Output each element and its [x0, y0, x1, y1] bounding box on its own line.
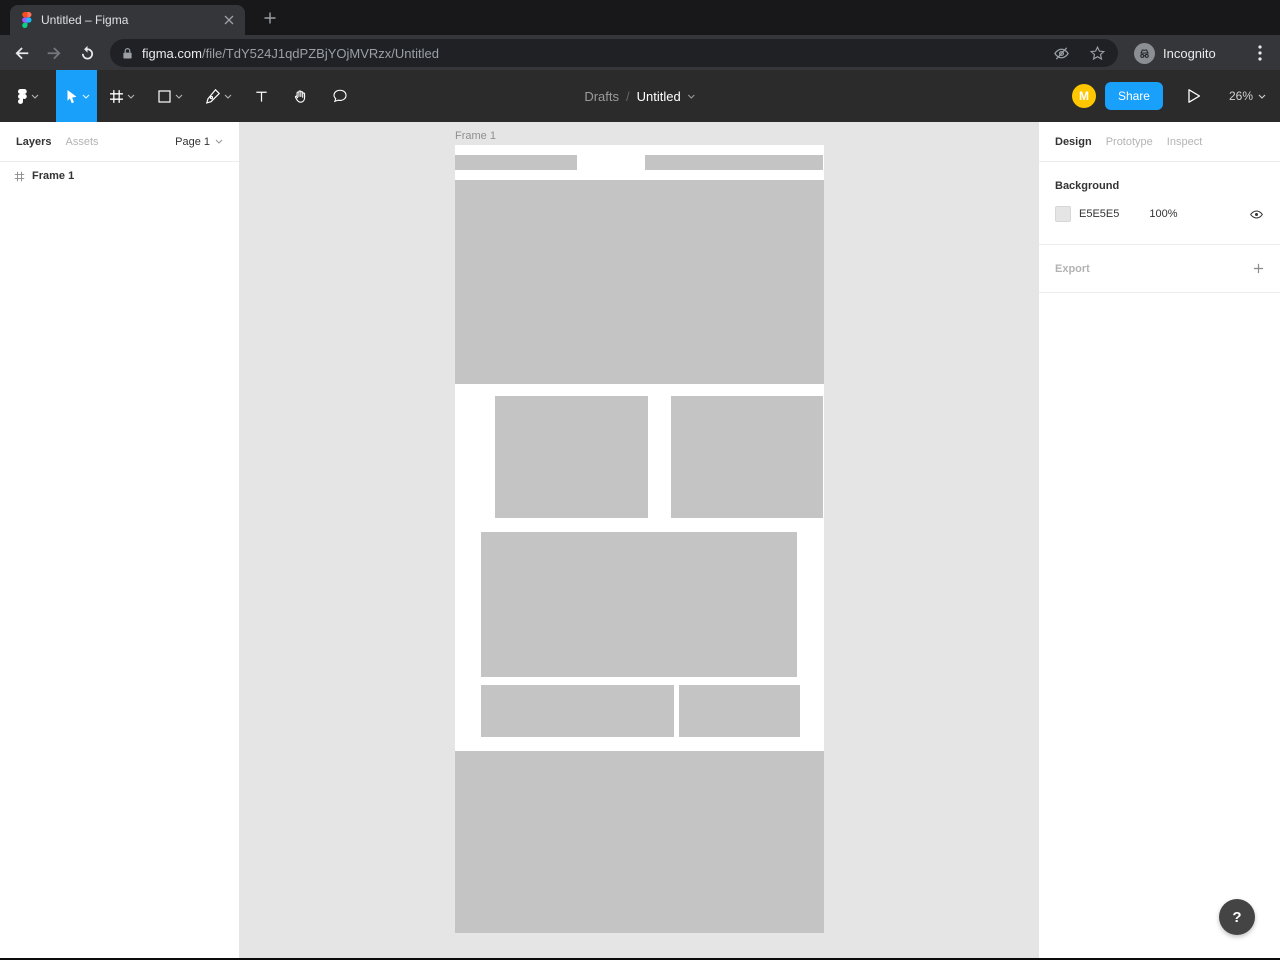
color-swatch[interactable] — [1055, 206, 1071, 222]
browser-window: Untitled – Figma figma.com/file/TdY524J1… — [0, 0, 1280, 960]
layers-panel: Layers Assets Page 1 Frame 1 — [0, 122, 240, 958]
toolbar-right-cluster: M Share 26% — [1071, 70, 1280, 122]
chevron-down-icon — [31, 94, 38, 99]
frame-tool-button[interactable] — [97, 70, 146, 122]
move-tool-button[interactable] — [56, 70, 97, 122]
cursor-icon — [67, 89, 77, 103]
frame-icon — [109, 89, 123, 103]
tab-prototype[interactable]: Prototype — [1106, 136, 1153, 148]
chevron-down-icon — [175, 94, 183, 99]
tool-group — [0, 70, 360, 122]
background-color-row: E5E5E5 100% — [1055, 206, 1264, 222]
rectangle-icon — [158, 89, 171, 103]
new-tab-icon[interactable] — [260, 8, 280, 28]
url-host: figma.com — [142, 45, 202, 61]
lock-icon — [122, 47, 133, 60]
background-section-title: Background — [1055, 180, 1120, 192]
present-play-icon[interactable] — [1187, 88, 1203, 104]
incognito-badge: Incognito — [1128, 39, 1222, 67]
tab-design[interactable]: Design — [1055, 136, 1092, 148]
url-path: /file/TdY524J1qdPZBjYOjMVRzx/Untitled — [201, 45, 439, 61]
export-section[interactable]: Export — [1039, 245, 1280, 293]
wireframe-header-left-block[interactable] — [455, 155, 577, 170]
main-menu-button[interactable] — [0, 70, 56, 122]
layer-label: Frame 1 — [32, 170, 75, 182]
breadcrumb-separator: / — [625, 88, 630, 104]
hand-tool-button[interactable] — [280, 70, 320, 122]
chevron-down-icon — [688, 94, 696, 99]
chevron-down-icon — [224, 94, 231, 99]
wireframe-header-right-block[interactable] — [645, 155, 823, 170]
zoom-control[interactable]: 26% — [1229, 89, 1266, 103]
wireframe-small-right-block[interactable] — [679, 685, 800, 737]
forward-icon[interactable] — [41, 40, 67, 66]
wireframe-large-block[interactable] — [481, 532, 797, 677]
address-bar-input[interactable]: figma.com/file/TdY524J1qdPZBjYOjMVRzx/Un… — [110, 39, 1118, 67]
help-button[interactable]: ? — [1219, 899, 1255, 935]
chevron-down-icon — [127, 94, 134, 99]
tab-inspect[interactable]: Inspect — [1167, 136, 1202, 148]
chevron-down-icon — [82, 94, 90, 99]
zoom-level: 26% — [1228, 89, 1253, 103]
incognito-icon — [1134, 42, 1155, 64]
design-panel-header: Design Prototype Inspect — [1039, 122, 1280, 162]
browser-address-bar: figma.com/file/TdY524J1qdPZBjYOjMVRzx/Un… — [0, 35, 1280, 70]
browser-menu-icon[interactable] — [1248, 40, 1272, 66]
design-panel: Design Prototype Inspect Background E5E5… — [1038, 122, 1280, 958]
figma-toolbar: Drafts / Untitled M Share 26% — [0, 70, 1280, 122]
background-section: Background E5E5E5 100% — [1039, 162, 1280, 245]
canvas-frame[interactable] — [455, 145, 824, 933]
plus-icon[interactable] — [1253, 263, 1264, 274]
bookmark-star-icon[interactable] — [1089, 45, 1106, 62]
tab-assets[interactable]: Assets — [65, 136, 98, 148]
text-tool-button[interactable] — [242, 70, 280, 122]
breadcrumb: Drafts / Untitled — [584, 70, 696, 122]
page-selector-label: Page 1 — [175, 135, 210, 148]
share-button[interactable]: Share — [1104, 82, 1163, 110]
shape-tool-button[interactable] — [146, 70, 194, 122]
tab-close-icon[interactable] — [221, 12, 237, 28]
layers-panel-header: Layers Assets Page 1 — [0, 122, 239, 162]
url-text: figma.com/file/TdY524J1qdPZBjYOjMVRzx/Un… — [142, 46, 1034, 61]
export-section-title: Export — [1055, 262, 1090, 275]
browser-tab[interactable]: Untitled – Figma — [10, 5, 245, 35]
wireframe-small-left-block[interactable] — [481, 685, 674, 737]
layer-item-frame-1[interactable]: Frame 1 — [0, 162, 239, 190]
chevron-down-icon — [215, 139, 223, 144]
incognito-label: Incognito — [1163, 45, 1216, 61]
breadcrumb-drafts[interactable]: Drafts — [584, 89, 619, 104]
figma-favicon — [22, 12, 33, 28]
canvas-frame-label[interactable]: Frame 1 — [455, 130, 496, 142]
chevron-down-icon — [1258, 94, 1266, 99]
back-icon[interactable] — [9, 40, 35, 66]
comment-bubble-icon — [333, 89, 347, 103]
comment-tool-button[interactable] — [320, 70, 360, 122]
background-hex-value[interactable]: E5E5E5 — [1079, 208, 1119, 220]
canvas[interactable]: Frame 1 — [240, 122, 1038, 958]
wireframe-square-left-block[interactable] — [495, 396, 648, 518]
browser-tab-strip: Untitled – Figma — [0, 0, 1280, 35]
eye-off-icon[interactable] — [1053, 45, 1070, 62]
text-icon — [255, 91, 267, 102]
page-selector[interactable]: Page 1 — [175, 136, 223, 148]
reload-icon[interactable] — [74, 40, 100, 66]
visibility-eye-icon[interactable] — [1249, 207, 1264, 222]
pen-icon — [205, 88, 220, 104]
pen-tool-button[interactable] — [194, 70, 242, 122]
breadcrumb-file-title[interactable]: Untitled — [637, 89, 681, 104]
background-opacity-value[interactable]: 100% — [1149, 208, 1177, 220]
wireframe-footer-block[interactable] — [455, 751, 824, 933]
tab-title: Untitled – Figma — [41, 13, 129, 27]
frame-icon — [14, 171, 25, 182]
tab-layers[interactable]: Layers — [16, 136, 51, 148]
hand-icon — [294, 89, 305, 103]
avatar[interactable]: M — [1071, 84, 1096, 108]
wireframe-square-right-block[interactable] — [671, 396, 823, 518]
wireframe-hero-block[interactable] — [455, 180, 824, 384]
